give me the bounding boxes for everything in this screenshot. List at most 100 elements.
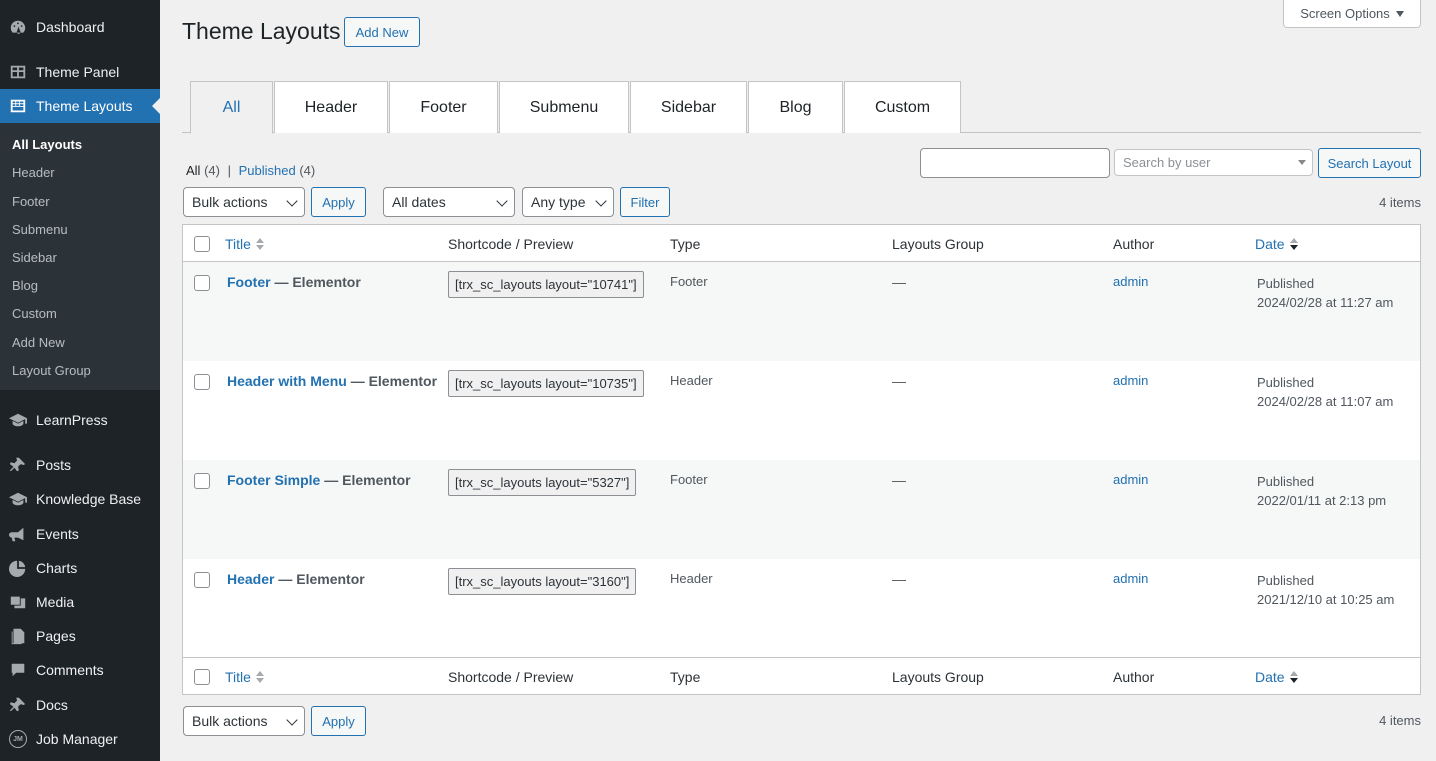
column-type: Type — [670, 669, 701, 685]
column-title[interactable]: Title — [225, 236, 265, 253]
shortcode-field[interactable]: [trx_sc_layouts layout="5327"] — [448, 469, 637, 496]
menu-item-learnpress[interactable]: LearnPress — [0, 403, 160, 437]
select-all-checkbox[interactable] — [194, 669, 210, 685]
column-date[interactable]: Date — [1255, 669, 1299, 686]
menu-item-media[interactable]: Media — [0, 585, 160, 619]
table-row: Header — Elementor [trx_sc_layouts layou… — [183, 559, 1420, 658]
column-type: Type — [670, 236, 701, 252]
row-author: admin — [1113, 472, 1149, 487]
row-checkbox[interactable] — [194, 572, 210, 588]
tab-blog[interactable]: Blog — [748, 81, 843, 133]
menu-item-theme-panel[interactable]: Theme Panel — [0, 55, 160, 89]
media-icon — [0, 593, 36, 611]
submenu-add-new[interactable]: Add New — [12, 335, 65, 350]
shortcode-field[interactable]: [trx_sc_layouts layout="10735"] — [448, 370, 644, 397]
menu-item-dashboard[interactable]: Dashboard — [0, 10, 160, 44]
row-layouts-group: — — [892, 571, 906, 587]
tab-all[interactable]: All — [190, 81, 273, 134]
menu-item-label: Charts — [36, 560, 78, 576]
screen-options-button[interactable]: Screen Options — [1283, 0, 1421, 28]
column-author: Author — [1113, 236, 1155, 252]
layouts-table: Title Shortcode / Preview Type Layouts G… — [182, 224, 1421, 695]
pages-icon — [0, 627, 36, 645]
row-title: Footer — Elementor — [227, 274, 361, 290]
search-by-user-select[interactable]: Search by user — [1114, 149, 1313, 176]
row-date: Published 2024/02/28 at 11:07 am — [1257, 375, 1394, 409]
graduation-cap-icon — [0, 411, 36, 429]
search-layout-button[interactable]: Search Layout — [1318, 148, 1421, 178]
apply-button-bottom[interactable]: Apply — [311, 706, 366, 736]
row-layouts-group: — — [892, 373, 906, 389]
main-content: Theme Layouts Add New Screen Options All… — [160, 0, 1436, 761]
menu-item-events[interactable]: Events — [0, 517, 160, 551]
pushpin-icon — [0, 456, 36, 474]
row-date: Published 2021/12/10 at 10:25 am — [1257, 573, 1395, 607]
submenu-footer[interactable]: Footer — [12, 194, 50, 209]
menu-item-job-manager[interactable]: JM Job Manager — [0, 722, 160, 756]
search-input[interactable] — [920, 148, 1110, 178]
date-filter-select[interactable]: All dates — [383, 187, 515, 217]
row-type: Footer — [670, 472, 708, 487]
menu-item-charts[interactable]: Charts — [0, 551, 160, 585]
bulk-actions-select[interactable]: Bulk actions — [183, 187, 305, 217]
row-checkbox[interactable] — [194, 473, 210, 489]
bulk-actions-label: Bulk actions — [192, 713, 268, 729]
bulk-actions-select-bottom[interactable]: Bulk actions — [183, 706, 305, 736]
submenu-layout-group[interactable]: Layout Group — [12, 363, 91, 378]
menu-item-label: Job Manager — [36, 731, 118, 747]
date-filter-label: All dates — [392, 194, 446, 210]
menu-item-pages[interactable]: Pages — [0, 619, 160, 653]
row-title: Header — Elementor — [227, 571, 365, 587]
column-layouts-group: Layouts Group — [892, 669, 984, 685]
filter-button[interactable]: Filter — [620, 187, 670, 217]
row-date: Published 2022/01/11 at 2:13 pm — [1257, 474, 1387, 508]
submenu-custom[interactable]: Custom — [12, 306, 57, 321]
theme-panel-icon — [0, 63, 36, 81]
type-filter-select[interactable]: Any type — [522, 187, 614, 217]
row-type: Header — [670, 571, 713, 586]
shortcode-field[interactable]: [trx_sc_layouts layout="10741"] — [448, 271, 644, 298]
table-row: Header with Menu — Elementor [trx_sc_lay… — [183, 361, 1420, 460]
menu-item-comments[interactable]: Comments — [0, 653, 160, 687]
row-checkbox[interactable] — [194, 275, 210, 291]
menu-item-knowledge-base[interactable]: Knowledge Base — [0, 482, 160, 516]
table-header: Title Shortcode / Preview Type Layouts G… — [183, 225, 1420, 262]
megaphone-icon — [0, 525, 36, 543]
sort-icon — [255, 237, 265, 253]
filter-all-link[interactable]: All — [186, 163, 200, 178]
menu-item-label: LearnPress — [36, 412, 108, 428]
add-new-button[interactable]: Add New — [344, 17, 420, 47]
row-author: admin — [1113, 373, 1149, 388]
tab-footer[interactable]: Footer — [389, 81, 498, 133]
menu-item-docs[interactable]: Docs — [0, 688, 160, 722]
table-footer: Title Shortcode / Preview Type Layouts G… — [183, 657, 1420, 694]
sort-desc-icon — [1289, 670, 1299, 686]
submenu-blog[interactable]: Blog — [12, 278, 38, 293]
tab-submenu[interactable]: Submenu — [499, 81, 629, 133]
row-checkbox[interactable] — [194, 374, 210, 390]
tab-sidebar[interactable]: Sidebar — [630, 81, 747, 133]
select-all-checkbox[interactable] — [194, 236, 210, 252]
theme-layouts-submenu: All Layouts Header Footer Submenu Sideba… — [0, 123, 160, 390]
column-title[interactable]: Title — [225, 669, 265, 686]
menu-item-posts[interactable]: Posts — [0, 448, 160, 482]
shortcode-field[interactable]: [trx_sc_layouts layout="3160"] — [448, 568, 637, 595]
submenu-header[interactable]: Header — [12, 165, 55, 180]
filter-published-link[interactable]: Published — [239, 163, 296, 178]
menu-item-theme-layouts[interactable]: Theme Layouts — [0, 89, 160, 123]
row-layouts-group: — — [892, 274, 906, 290]
submenu-submenu[interactable]: Submenu — [12, 222, 68, 237]
row-type: Header — [670, 373, 713, 388]
status-filter-links: All (4) | Published (4) — [186, 163, 315, 178]
column-date[interactable]: Date — [1255, 236, 1299, 253]
bulk-actions-label: Bulk actions — [192, 194, 268, 210]
job-manager-icon: JM — [0, 730, 36, 748]
tab-custom[interactable]: Custom — [844, 81, 961, 133]
column-shortcode: Shortcode / Preview — [448, 669, 574, 685]
items-count: 4 items — [1379, 195, 1421, 210]
tab-header[interactable]: Header — [274, 81, 388, 133]
menu-item-label: Theme Panel — [36, 64, 120, 80]
submenu-sidebar[interactable]: Sidebar — [12, 250, 57, 265]
apply-button[interactable]: Apply — [311, 187, 366, 217]
submenu-all-layouts[interactable]: All Layouts — [12, 137, 82, 152]
